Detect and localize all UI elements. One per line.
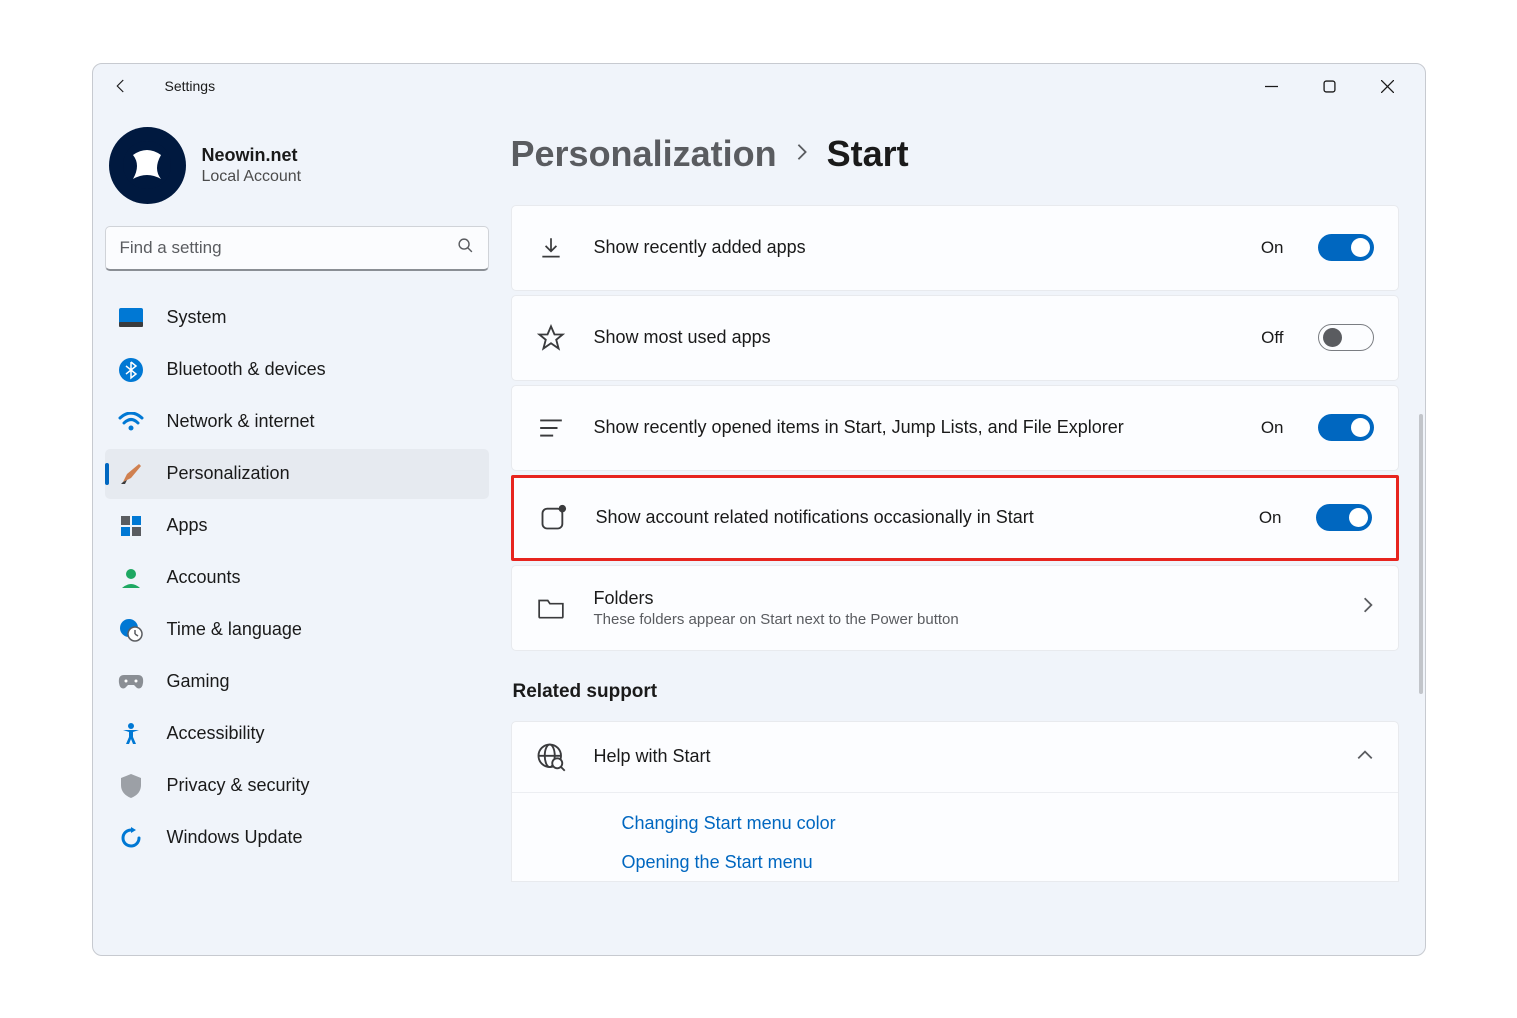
help-links: Changing Start menu color Opening the St… <box>512 793 1398 881</box>
sidebar-item-label: Privacy & security <box>167 775 310 796</box>
gamepad-icon <box>117 669 145 695</box>
download-icon <box>536 233 566 263</box>
update-icon <box>117 825 145 851</box>
setting-text: Show recently added apps <box>594 237 1233 258</box>
sidebar-item-label: Apps <box>167 515 208 536</box>
setting-text: Show account related notifications occas… <box>596 507 1231 528</box>
setting-text: Folders These folders appear on Start ne… <box>594 588 1334 628</box>
list-icon <box>536 413 566 443</box>
scrollbar[interactable] <box>1419 414 1423 694</box>
profile-text: Neowin.net Local Account <box>202 145 302 186</box>
setting-title: Folders <box>594 588 1334 609</box>
toggle-switch[interactable] <box>1318 414 1374 441</box>
app-title: Settings <box>165 78 216 94</box>
toggle-state-label: Off <box>1261 328 1283 348</box>
setting-text: Show most used apps <box>594 327 1234 348</box>
window-controls <box>1243 68 1417 104</box>
setting-title: Show account related notifications occas… <box>596 507 1231 528</box>
main-content: Personalization Start Show recently adde… <box>501 109 1425 955</box>
sidebar-item-label: Accounts <box>167 567 241 588</box>
toggle-state-label: On <box>1259 508 1282 528</box>
sidebar-item-apps[interactable]: Apps <box>105 501 489 551</box>
avatar <box>109 127 186 204</box>
sidebar-item-personalization[interactable]: Personalization <box>105 449 489 499</box>
setting-recent-items[interactable]: Show recently opened items in Start, Jum… <box>511 385 1399 471</box>
chevron-right-icon <box>795 141 809 167</box>
sidebar-item-time[interactable]: Time & language <box>105 605 489 655</box>
search-box[interactable] <box>105 226 489 271</box>
close-button[interactable] <box>1359 68 1417 104</box>
toggle-state-label: On <box>1261 238 1284 258</box>
help-title: Help with Start <box>594 746 1328 767</box>
toggle-switch[interactable] <box>1318 234 1374 261</box>
star-icon <box>536 323 566 353</box>
sidebar-item-accessibility[interactable]: Accessibility <box>105 709 489 759</box>
globe-search-icon <box>536 742 566 772</box>
setting-text: Show recently opened items in Start, Jum… <box>594 417 1233 438</box>
apps-icon <box>117 513 145 539</box>
setting-title: Show recently added apps <box>594 237 1233 258</box>
wifi-icon <box>117 409 145 435</box>
sidebar-item-bluetooth[interactable]: Bluetooth & devices <box>105 345 489 395</box>
paintbrush-icon <box>117 461 145 487</box>
back-button[interactable] <box>101 66 141 106</box>
sidebar-item-system[interactable]: System <box>105 293 489 343</box>
help-header[interactable]: Help with Start <box>512 722 1398 793</box>
search-icon <box>457 237 474 259</box>
toggle-state-label: On <box>1261 418 1284 438</box>
sidebar: Neowin.net Local Account System <box>93 109 501 955</box>
sidebar-item-accounts[interactable]: Accounts <box>105 553 489 603</box>
profile-sub: Local Account <box>202 168 302 186</box>
chevron-right-icon <box>1362 596 1374 619</box>
sidebar-item-gaming[interactable]: Gaming <box>105 657 489 707</box>
sidebar-item-label: Time & language <box>167 619 302 640</box>
help-link[interactable]: Changing Start menu color <box>622 813 1398 834</box>
bluetooth-icon <box>117 357 145 383</box>
notification-badge-icon <box>538 503 568 533</box>
sidebar-item-label: Network & internet <box>167 411 315 432</box>
sidebar-item-network[interactable]: Network & internet <box>105 397 489 447</box>
sidebar-item-label: System <box>167 307 227 328</box>
setting-folders[interactable]: Folders These folders appear on Start ne… <box>511 565 1399 651</box>
breadcrumb: Personalization Start <box>511 133 1399 175</box>
setting-recently-added-apps[interactable]: Show recently added apps On <box>511 205 1399 291</box>
help-link[interactable]: Opening the Start menu <box>622 852 1398 873</box>
settings-list: Show recently added apps On Show most us… <box>511 205 1399 651</box>
setting-title: Show most used apps <box>594 327 1234 348</box>
sidebar-item-label: Personalization <box>167 463 290 484</box>
body: Neowin.net Local Account System <box>93 109 1425 955</box>
toggle-switch[interactable] <box>1318 324 1374 351</box>
related-support-heading: Related support <box>513 681 1399 703</box>
system-icon <box>117 305 145 331</box>
setting-most-used-apps[interactable]: Show most used apps Off <box>511 295 1399 381</box>
sidebar-item-update[interactable]: Windows Update <box>105 813 489 863</box>
minimize-button[interactable] <box>1243 68 1301 104</box>
nav: System Bluetooth & devices Network & int… <box>105 293 489 863</box>
setting-title: Show recently opened items in Start, Jum… <box>594 417 1233 438</box>
breadcrumb-current: Start <box>827 133 909 175</box>
shield-icon <box>117 773 145 799</box>
sidebar-item-label: Gaming <box>167 671 230 692</box>
chevron-up-icon <box>1356 748 1374 766</box>
sidebar-item-privacy[interactable]: Privacy & security <box>105 761 489 811</box>
breadcrumb-parent[interactable]: Personalization <box>511 133 777 175</box>
titlebar: Settings <box>93 64 1425 109</box>
search-input[interactable] <box>120 238 457 258</box>
accessibility-icon <box>117 721 145 747</box>
help-card: Help with Start Changing Start menu colo… <box>511 721 1399 882</box>
sidebar-item-label: Bluetooth & devices <box>167 359 326 380</box>
profile[interactable]: Neowin.net Local Account <box>105 119 489 226</box>
setting-account-notifications[interactable]: Show account related notifications occas… <box>511 475 1399 561</box>
folder-icon <box>536 593 566 623</box>
settings-window: Settings Neowin.net Local Account <box>92 63 1426 956</box>
sidebar-item-label: Accessibility <box>167 723 265 744</box>
setting-sub: These folders appear on Start next to th… <box>594 611 1334 628</box>
toggle-switch[interactable] <box>1316 504 1372 531</box>
person-icon <box>117 565 145 591</box>
profile-name: Neowin.net <box>202 145 302 166</box>
maximize-button[interactable] <box>1301 68 1359 104</box>
sidebar-item-label: Windows Update <box>167 827 303 848</box>
clock-globe-icon <box>117 617 145 643</box>
